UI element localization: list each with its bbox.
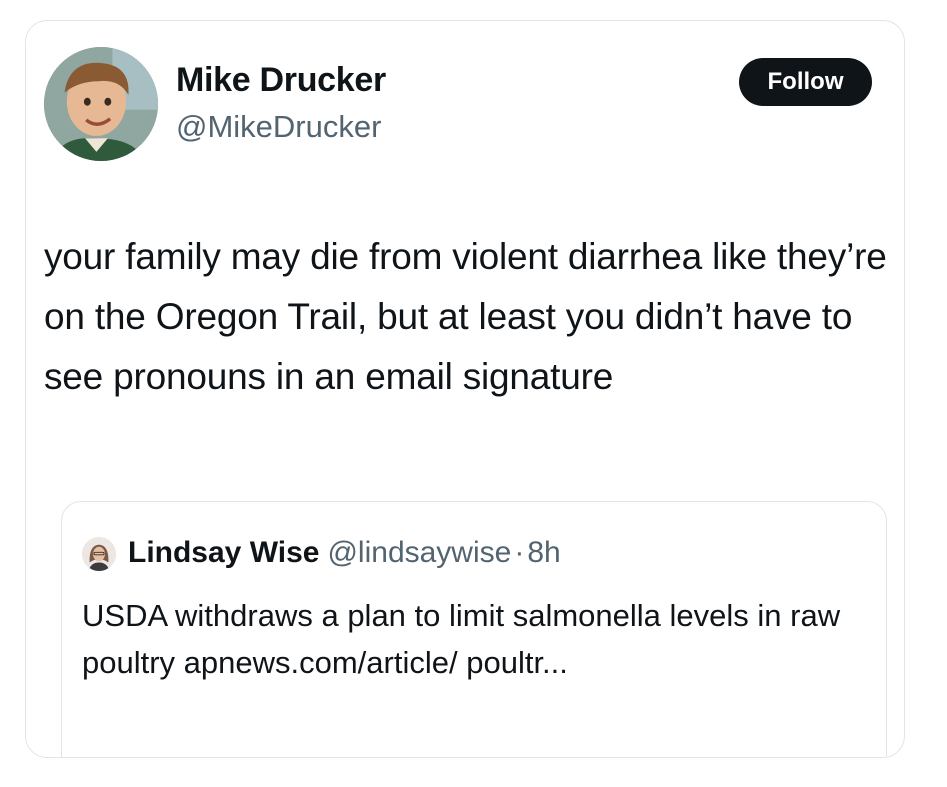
woman-portrait-icon <box>82 537 116 571</box>
child-portrait-icon <box>44 47 158 161</box>
follow-button[interactable]: Follow <box>739 58 872 106</box>
quoted-tweet-text: USDA withdraws a plan to limit salmonell… <box>82 598 841 680</box>
quoted-timestamp[interactable]: 8h <box>527 536 560 569</box>
tweet-card[interactable]: Mike Drucker @MikeDrucker Follow your fa… <box>25 20 905 758</box>
quoted-author-avatar[interactable] <box>82 537 116 571</box>
quoted-tweet[interactable]: Lindsay Wise @lindsaywise · 8h USDA withdra… <box>61 501 887 757</box>
tweet-text: your family may die from violent diarrhe… <box>44 236 887 397</box>
author-name[interactable]: Mike Drucker <box>176 61 386 100</box>
quoted-tweet-header: Lindsay Wise @lindsaywise · 8h <box>128 536 561 570</box>
dot-separator: · <box>514 536 525 569</box>
quoted-author-name[interactable]: Lindsay Wise <box>128 536 319 569</box>
quoted-author-handle[interactable]: @lindsaywise <box>327 536 511 569</box>
author-handle[interactable]: @MikeDrucker <box>176 109 381 145</box>
author-avatar[interactable] <box>44 47 158 161</box>
